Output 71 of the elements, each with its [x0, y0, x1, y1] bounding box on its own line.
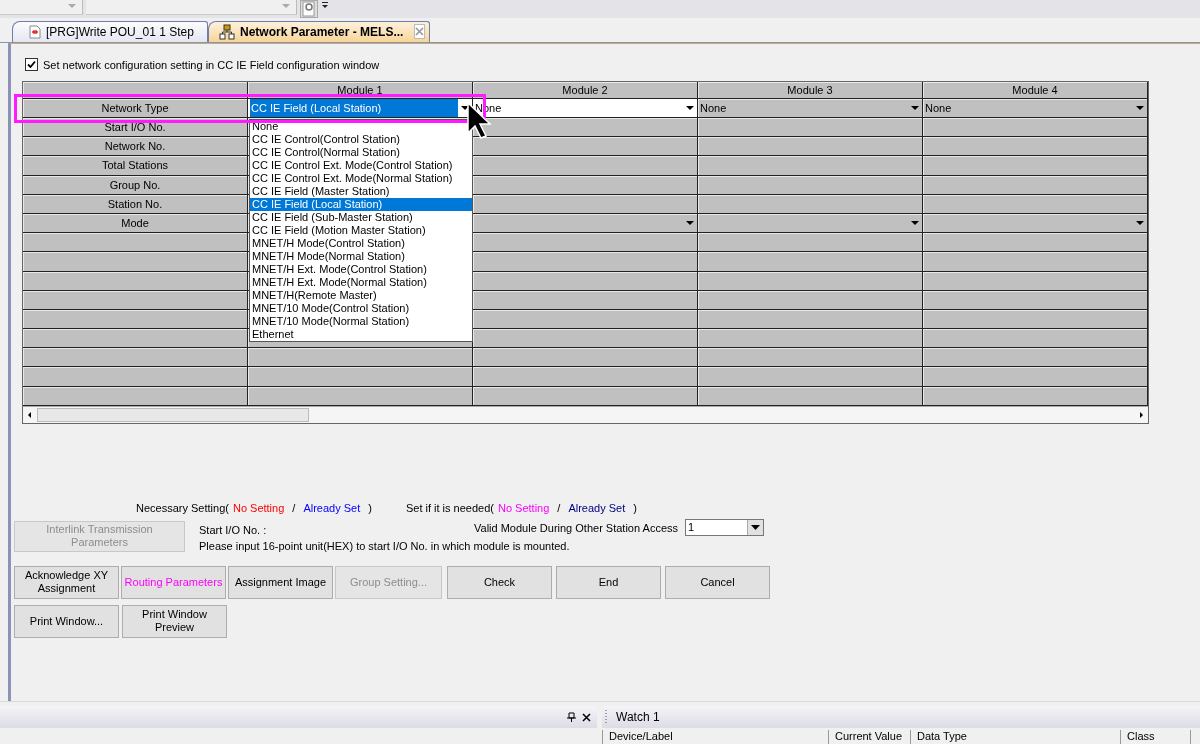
column-header: Module 3: [698, 81, 923, 99]
dropdown-arrow-icon: [911, 105, 919, 110]
dropdown-arrow-icon: [686, 105, 694, 110]
legend-bracket: ): [633, 501, 637, 514]
close-tab-button[interactable]: [414, 24, 426, 40]
dropdown-arrow-icon: [751, 524, 760, 530]
dropdown-option[interactable]: CC IE Field (Sub-Master Station): [250, 210, 472, 224]
document-tab[interactable]: Network Parameter - MELS...: [208, 20, 430, 42]
legend-label: Set if it is needed(: [405, 501, 494, 514]
row-header: Total Stations: [23, 156, 248, 176]
column-header: Device/Label: [603, 730, 829, 744]
dropdown-option[interactable]: MNET/H(Remote Master): [250, 288, 472, 302]
dropdown-option[interactable]: MNET/H Mode(Normal Station): [250, 249, 472, 263]
pin-icon[interactable]: [567, 712, 576, 722]
dropdown-option[interactable]: MNET/H Mode(Control Station): [250, 236, 472, 250]
row-header: Group No.: [23, 175, 248, 195]
column-header: Data Type: [911, 730, 1121, 744]
legend-status: Already Set: [568, 501, 626, 514]
dropdown-arrow-icon: [1136, 105, 1144, 110]
dialog-button[interactable]: Print Window Preview: [122, 604, 227, 638]
row-header: Mode: [23, 213, 248, 234]
legend-status: No Setting: [232, 501, 285, 514]
network-nodes-icon: [219, 23, 235, 40]
legend-status: No Setting: [498, 501, 550, 514]
column-header: Module 4: [923, 81, 1148, 99]
dropdown-option[interactable]: MNET/10 Mode(Normal Station): [250, 314, 472, 328]
dialog-button[interactable]: Print Window...: [14, 604, 119, 638]
dropdown-option[interactable]: CC IE Field (Local Station): [250, 197, 472, 211]
dropdown-option[interactable]: CC IE Control(Normal Station): [250, 145, 472, 159]
valid-module-label: Valid Module During Other Station Access: [474, 521, 678, 534]
dropdown-option[interactable]: CC IE Field (Motion Master Station): [250, 223, 472, 237]
dropdown-arrow-icon: [686, 221, 694, 226]
dialog-button[interactable]: Assignment Image: [228, 565, 333, 599]
dropdown-arrow-icon: [1136, 221, 1144, 226]
row-header: Network No.: [23, 137, 248, 157]
dropdown-option[interactable]: MNET/H Ext. Mode(Control Station): [250, 262, 472, 276]
grip-icon[interactable]: [605, 709, 608, 725]
dropdown-arrow-icon: [911, 221, 919, 226]
checkbox[interactable]: [25, 58, 38, 72]
dialog-button[interactable]: Check: [447, 565, 552, 599]
overflow-icon[interactable]: [321, 0, 329, 10]
dropdown-option[interactable]: MNET/H Ext. Mode(Normal Station): [250, 275, 472, 289]
dropdown-option[interactable]: CC IE Control(Control Station): [250, 132, 472, 146]
dropdown-option[interactable]: Ethernet: [250, 327, 472, 341]
panel-title: Watch 1: [616, 710, 660, 724]
legend-separator: /: [557, 501, 561, 514]
dropdown-option[interactable]: CC IE Control Ext. Mode(Control Station): [250, 158, 472, 172]
document-tab[interactable]: [PRG]Write POU_01 1 Step: [12, 20, 208, 42]
scroll-thumb[interactable]: [37, 407, 309, 422]
dialog-button[interactable]: End: [556, 565, 661, 599]
close-icon[interactable]: [582, 712, 591, 722]
legend-bracket: ): [368, 501, 372, 514]
column-header: Current Value: [829, 730, 911, 744]
legend-separator: /: [292, 501, 296, 514]
document-search-icon[interactable]: [300, 0, 318, 18]
dialog-button[interactable]: Cancel: [665, 565, 770, 599]
ladder-document-icon: [29, 24, 41, 39]
legend-label: Necessary Setting(: [136, 501, 229, 514]
column-header: Module 2: [473, 81, 698, 99]
dropdown-option[interactable]: MNET/10 Mode(Control Station): [250, 301, 472, 315]
legend-status: Already Set: [303, 501, 361, 514]
valid-module-dropdown[interactable]: 1: [685, 518, 764, 536]
start-io-label: Start I/O No. :: [199, 523, 268, 536]
instruction-text: Please input 16-point unit(HEX) to start I/O No. in which module is mounted.: [199, 539, 570, 552]
dropdown-option[interactable]: CC IE Field (Master Station): [250, 184, 472, 198]
row-header: Network Type: [23, 98, 248, 118]
column-header: Class: [1121, 730, 1191, 744]
dialog-button[interactable]: Acknowledge XY Assignment: [14, 565, 119, 599]
dropdown-option[interactable]: CC IE Control Ext. Mode(Normal Station): [250, 171, 472, 185]
row-header: Station No.: [23, 194, 248, 214]
checkbox-label: Set network configuration setting in CC IE Field configuration window: [43, 58, 380, 71]
